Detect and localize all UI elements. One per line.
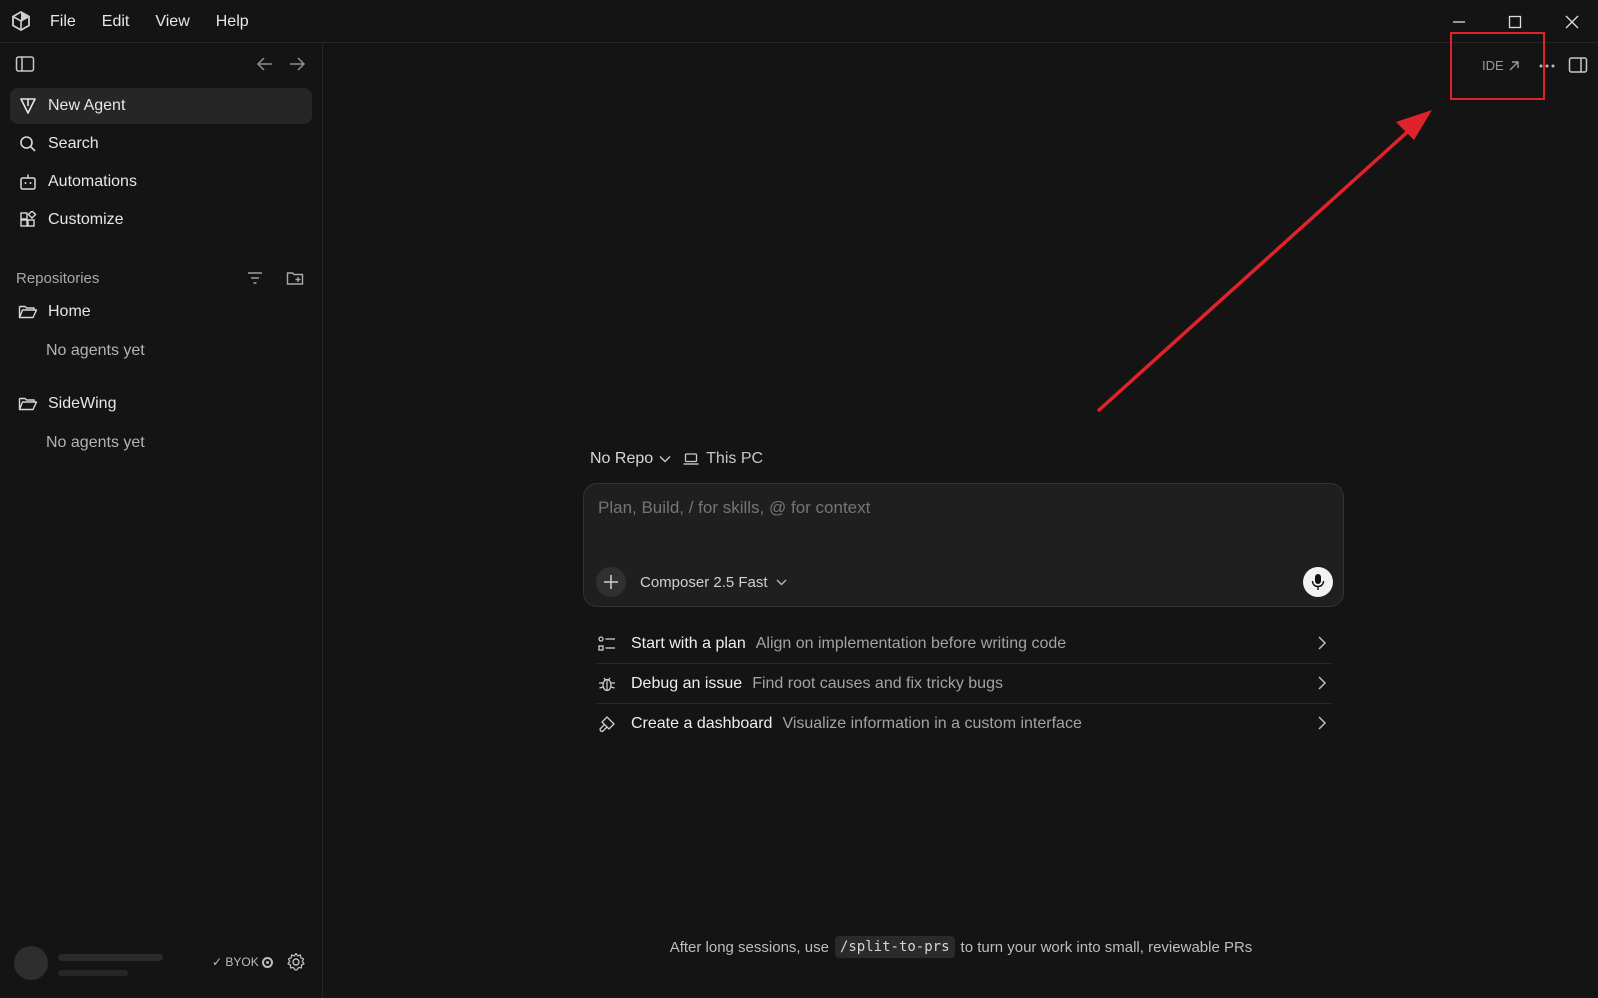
plus-icon [604, 575, 618, 589]
tip-after: to turn your work into small, reviewable… [960, 938, 1253, 956]
sidebar-item-search[interactable]: Search [10, 126, 312, 162]
repo-picker: No Repo This PC [590, 450, 763, 468]
tip-before: After long sessions, use [669, 938, 829, 956]
composer-box: Composer 2.5 Fast [583, 483, 1344, 607]
model-label: Composer 2.5 Fast [640, 574, 768, 591]
location-label: This PC [706, 450, 764, 467]
microphone-icon [1311, 574, 1325, 590]
repo-item-sidewing[interactable]: SideWing [18, 394, 116, 414]
close-icon [1565, 15, 1579, 29]
chevron-down-icon [776, 579, 787, 586]
sidebar-item-label: Customize [48, 211, 124, 228]
menu-file[interactable]: File [50, 13, 76, 31]
toggle-sidebar-button[interactable] [14, 54, 36, 74]
sidebar-item-new-agent[interactable]: New Agent [10, 88, 312, 124]
sidebar-toolbar [0, 44, 322, 84]
suggestion-list: Start with a plan Align on implementatio… [597, 624, 1331, 744]
repo-empty-note: No agents yet [46, 342, 145, 359]
suggestion-title: Start with a plan [631, 634, 746, 652]
repositories-heading: Repositories [16, 270, 100, 287]
repo-select[interactable]: No Repo [590, 450, 671, 468]
sidebar-item-automations[interactable]: Automations [10, 164, 312, 200]
menu-bar: File Edit View Help [50, 0, 275, 43]
search-icon [18, 134, 38, 154]
folder-open-icon [18, 394, 38, 414]
add-repo-button[interactable] [285, 268, 305, 288]
prompt-input[interactable] [598, 498, 1298, 518]
title-bar: File Edit View Help [0, 0, 1598, 43]
repo-select-label: No Repo [590, 450, 654, 467]
close-window-button[interactable] [1552, 8, 1592, 36]
maximize-icon [1508, 15, 1522, 29]
repo-name: SideWing [48, 395, 117, 412]
annotation-highlight-box [1450, 32, 1545, 100]
suggestion-create-dashboard[interactable]: Create a dashboard Visualize information… [597, 704, 1331, 744]
filter-icon [248, 272, 262, 284]
forward-button[interactable] [286, 54, 308, 74]
add-context-button[interactable] [596, 567, 626, 597]
suggestion-title: Debug an issue [631, 674, 743, 692]
repo-item-home[interactable]: Home [18, 302, 91, 322]
chevron-right-icon [1318, 636, 1327, 650]
status-dot-icon [261, 956, 273, 968]
suggestion-desc: Align on implementation before writing c… [755, 634, 1067, 652]
filter-repos-button[interactable] [245, 268, 265, 288]
folder-plus-icon [286, 272, 304, 285]
plan-placeholder [58, 970, 128, 976]
suggestion-desc: Visualize information in a custom interf… [782, 715, 1082, 732]
repo-empty-note: No agents yet [46, 434, 145, 451]
plan-list-icon [597, 634, 617, 654]
arrow-left-icon [256, 57, 272, 71]
sidebar-item-label: Automations [48, 173, 137, 190]
model-select[interactable]: Composer 2.5 Fast [640, 574, 787, 591]
chevron-down-icon [659, 456, 671, 463]
robot-icon [18, 172, 38, 192]
menu-view[interactable]: View [155, 13, 189, 31]
tip-command: /split-to-prs [834, 936, 955, 958]
repo-name: Home [48, 303, 91, 320]
app-logo-icon [12, 11, 30, 31]
chevron-right-icon [1318, 676, 1327, 690]
toggle-right-panel-button[interactable] [1566, 54, 1590, 76]
new-agent-icon [18, 96, 38, 116]
blocks-icon [18, 210, 38, 230]
right-panel-icon [1568, 57, 1588, 73]
sidebar: New Agent Search Automations Customize R… [0, 44, 323, 998]
bug-icon [597, 674, 617, 694]
sidebar-item-label: New Agent [48, 97, 126, 114]
menu-help[interactable]: Help [216, 13, 249, 31]
footer-tip: After long sessions, use /split-to-prs t… [0, 936, 1598, 958]
back-button[interactable] [254, 54, 276, 74]
sidebar-panel-icon [15, 56, 35, 72]
suggestion-title: Create a dashboard [631, 715, 773, 732]
folder-open-icon [18, 302, 38, 322]
location-select[interactable]: This PC [683, 450, 763, 468]
menu-edit[interactable]: Edit [102, 13, 130, 31]
laptop-icon [683, 453, 699, 465]
minimize-icon [1453, 21, 1465, 23]
brush-icon [597, 714, 617, 734]
voice-input-button[interactable] [1303, 567, 1333, 597]
chevron-right-icon [1318, 716, 1327, 730]
sidebar-item-customize[interactable]: Customize [10, 202, 312, 238]
arrow-right-icon [290, 57, 306, 71]
tip-text: After long sessions, use /split-to-prs t… [669, 936, 1253, 958]
suggestion-desc: Find root causes and fix tricky bugs [752, 674, 1003, 692]
suggestion-start-plan[interactable]: Start with a plan Align on implementatio… [597, 624, 1331, 664]
suggestion-debug-issue[interactable]: Debug an issue Find root causes and fix … [597, 664, 1331, 704]
sidebar-item-label: Search [48, 135, 99, 152]
